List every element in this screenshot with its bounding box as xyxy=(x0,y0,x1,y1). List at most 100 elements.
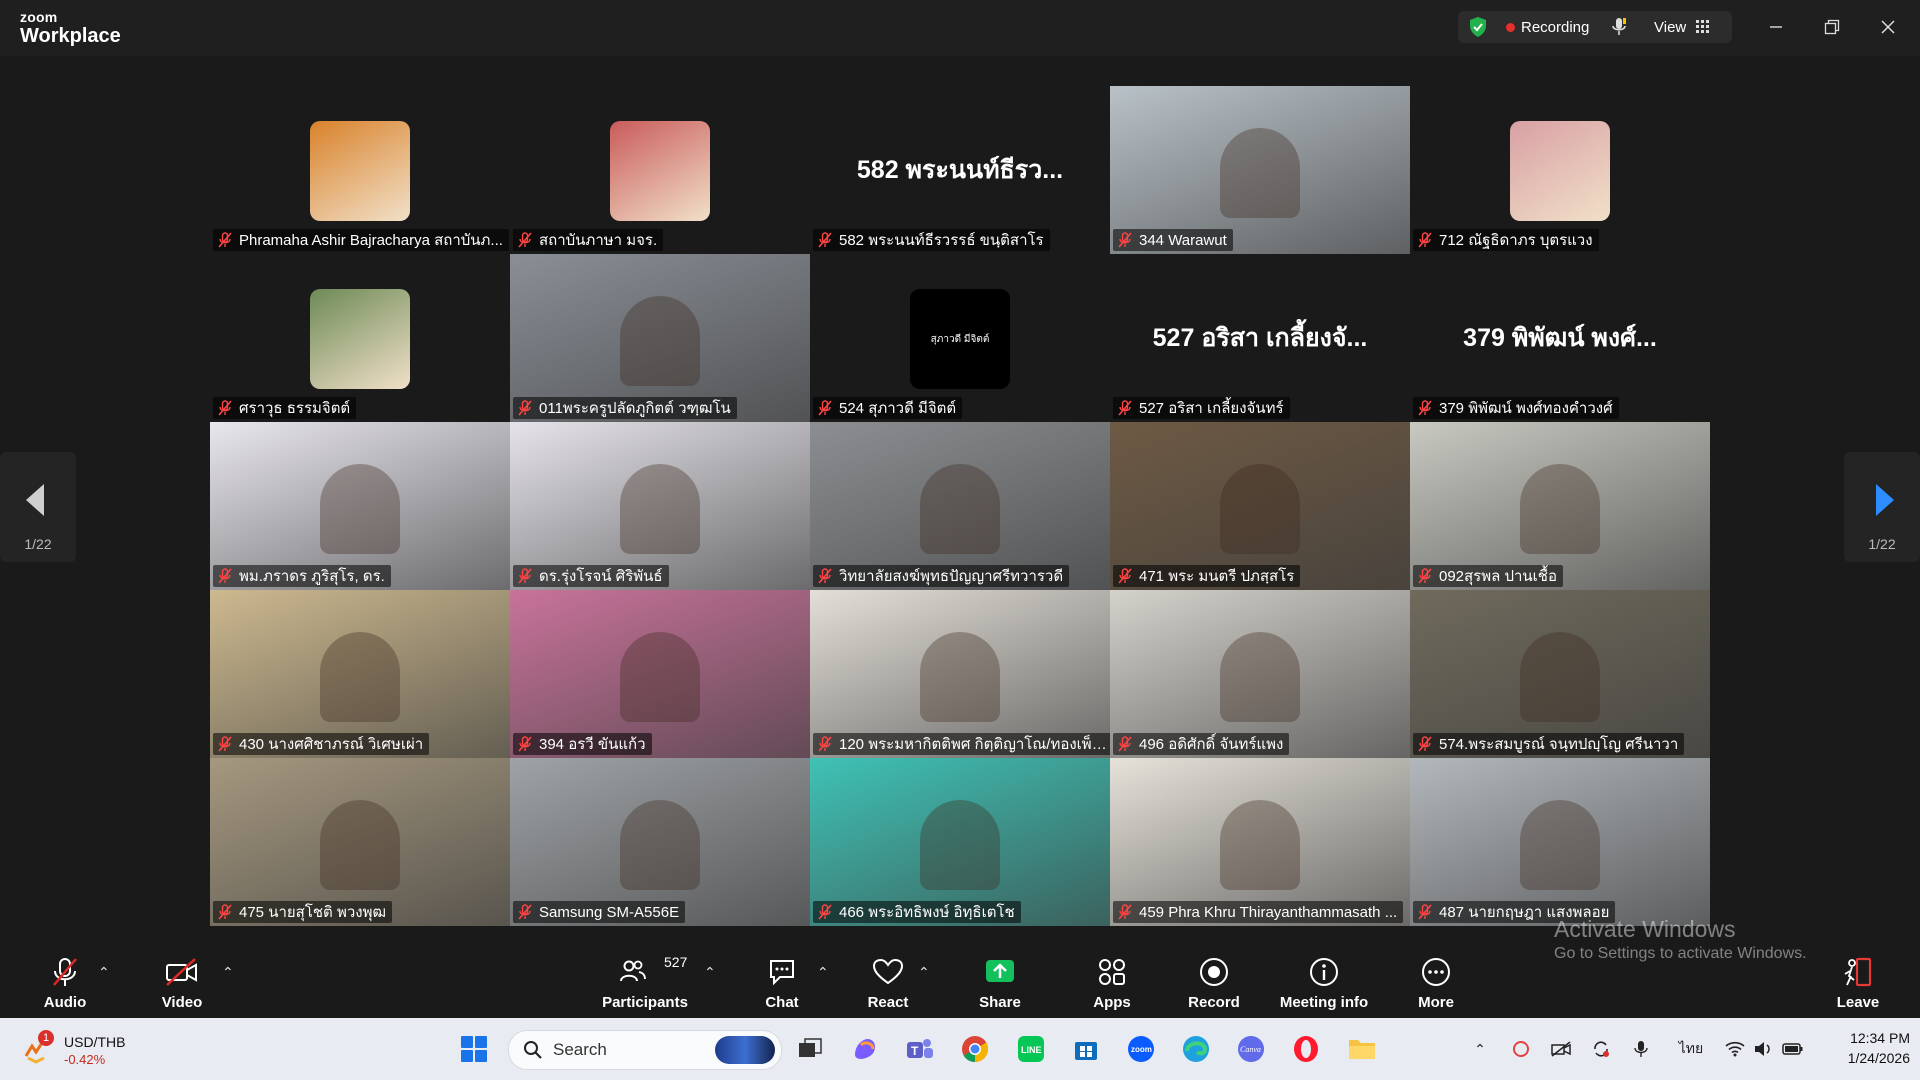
clock[interactable]: 12:34 PM 1/24/2026 xyxy=(1810,1028,1910,1068)
record-label: Record xyxy=(1188,994,1240,1011)
next-page-button[interactable]: 1/22 xyxy=(1844,452,1920,562)
participant-tile[interactable]: Phramaha Ashir Bajracharya สถาบันภ... xyxy=(210,86,510,254)
audio-options-chevron-up-icon[interactable]: ⌃ xyxy=(98,964,110,981)
participant-name-bar: 430 นางศศิชาภรณ์ วิเศษเผ่า xyxy=(213,733,430,755)
activate-windows-watermark: Activate Windows Go to Settings to activ… xyxy=(1554,916,1807,963)
participant-name-bar: 394 อรวี ขันแก้ว xyxy=(513,733,652,755)
task-view-button[interactable] xyxy=(792,1031,828,1067)
participant-tile[interactable]: 466 พระอิทธิพงษ์ อิทฺธิเตโช xyxy=(810,758,1110,926)
apps-button[interactable]: Apps xyxy=(1082,946,1142,1018)
copilot-button[interactable] xyxy=(847,1031,883,1067)
participant-tile[interactable]: 712 ณัฐธิดาภร บุตรแวง xyxy=(1410,86,1710,254)
chrome-button[interactable] xyxy=(957,1031,993,1067)
wifi-icon[interactable] xyxy=(1724,1038,1746,1060)
leave-icon xyxy=(1844,957,1872,987)
minimize-button[interactable] xyxy=(1762,14,1790,40)
volume-icon[interactable] xyxy=(1752,1038,1774,1060)
folder-icon xyxy=(1349,1040,1375,1059)
video-button[interactable]: Video xyxy=(150,946,214,1018)
participant-tile[interactable]: สถาบันภาษา มจร. xyxy=(510,86,810,254)
antivirus-icon[interactable] xyxy=(1510,1038,1532,1060)
participant-tile[interactable]: 527 อริสา เกลี้ยงจั... 527 อริสา เกลี้ยงจ… xyxy=(1110,254,1410,422)
svg-text:T: T xyxy=(911,1044,919,1058)
participant-tile[interactable]: ศราวุธ ธรรมจิตต์ xyxy=(210,254,510,422)
participant-tile[interactable]: 471 พระ มนตรี ปภสฺสโร xyxy=(1110,422,1410,590)
teams-button[interactable]: T xyxy=(902,1031,938,1067)
start-button[interactable] xyxy=(456,1031,492,1067)
chat-button[interactable]: Chat xyxy=(752,946,812,1018)
record-button[interactable]: Record xyxy=(1181,946,1247,1018)
close-button[interactable] xyxy=(1874,14,1902,40)
participants-options-chevron-up-icon[interactable]: ⌃ xyxy=(704,964,716,981)
camera-off-tray-icon[interactable] xyxy=(1550,1038,1572,1060)
participant-tile[interactable]: 459 Phra Khru Thirayanthammasath ... xyxy=(1110,758,1410,926)
title-bar: zoom Workplace Recording View xyxy=(0,0,1920,56)
edge-button[interactable] xyxy=(1178,1031,1214,1067)
recording-label: Recording xyxy=(1521,18,1590,36)
grid-icon xyxy=(1696,20,1710,33)
participant-tile[interactable]: 394 อรวี ขันแก้ว xyxy=(510,590,810,758)
participant-name: ดร.รุ่งโรจน์ ศิริพันธ์ xyxy=(539,568,663,585)
recording-indicator[interactable]: Recording xyxy=(1506,11,1589,43)
participants-button[interactable]: 527 Participants xyxy=(600,946,690,1018)
participant-tile[interactable]: 011พระครูปลัดภูกิตต์ วฑฺฒโน xyxy=(510,254,810,422)
participant-tile[interactable]: วิทยาลัยสงฆ์พุทธปัญญาศรีทวารวดี xyxy=(810,422,1110,590)
app-logo: zoom Workplace xyxy=(20,10,121,46)
participant-tile[interactable]: 430 นางศศิชาภรณ์ วิเศษเผ่า xyxy=(210,590,510,758)
restore-button[interactable] xyxy=(1818,14,1846,40)
react-button[interactable]: React xyxy=(858,946,918,1018)
participant-name: 527 อริสา เกลี้ยงจันทร์ xyxy=(1139,400,1284,417)
file-explorer-button[interactable] xyxy=(1344,1031,1380,1067)
participant-figure xyxy=(1520,800,1600,890)
microphone-status-icon[interactable] xyxy=(1611,11,1627,43)
participant-tile[interactable]: 574.พระสมบูรณ์ จนฺทปญฺโญ ศรีนาวา xyxy=(1410,590,1710,758)
previous-page-button[interactable]: 1/22 xyxy=(0,452,76,562)
participant-tile[interactable]: พม.ภราดร ภูริสุโร, ดร. xyxy=(210,422,510,590)
mic-muted-icon xyxy=(817,736,833,752)
participant-tile[interactable]: 092สุรพล ปานเชื้อ xyxy=(1410,422,1710,590)
participant-tile[interactable]: 344 Warawut xyxy=(1110,86,1410,254)
audio-button[interactable]: Audio xyxy=(35,946,95,1018)
participant-tile[interactable]: 120 พระมหากิตติพศ กิตฺติญาโณ/ทองเพ็ชร xyxy=(810,590,1110,758)
participant-tile[interactable]: ดร.รุ่งโรจน์ ศิริพันธ์ xyxy=(510,422,810,590)
participant-tile[interactable]: 496 อดิศักดิ์ จันทร์แพง xyxy=(1110,590,1410,758)
tray-overflow-chevron-up-icon[interactable]: ⌃ xyxy=(1469,1038,1491,1060)
share-button[interactable]: Share xyxy=(970,946,1030,1018)
participant-tile[interactable]: 487 นายกฤษฎา แสงพลอย xyxy=(1410,758,1710,926)
participant-tile[interactable]: สุภาวดี มีจิตต์ 524 สุภาวดี มีจิตต์ xyxy=(810,254,1110,422)
participant-figure xyxy=(1220,632,1300,722)
svg-text:Canva: Canva xyxy=(1240,1045,1261,1054)
chat-options-chevron-up-icon[interactable]: ⌃ xyxy=(817,964,829,981)
participant-tile[interactable]: 379 พิพัฒน์ พงศ์... 379 พิพัฒน์ พงศ์ทองคำ… xyxy=(1410,254,1710,422)
video-options-chevron-up-icon[interactable]: ⌃ xyxy=(222,964,234,981)
participant-name-bar: Phramaha Ashir Bajracharya สถาบันภ... xyxy=(213,229,509,251)
opera-icon xyxy=(1294,1036,1318,1062)
battery-icon[interactable] xyxy=(1782,1038,1804,1060)
zoom-taskbar-button[interactable]: zoom xyxy=(1123,1031,1159,1067)
participant-tile[interactable]: Samsung SM-A556E xyxy=(510,758,810,926)
react-options-chevron-up-icon[interactable]: ⌃ xyxy=(918,964,930,981)
participants-label: Participants xyxy=(602,994,688,1011)
more-icon xyxy=(1422,958,1450,986)
opera-button[interactable] xyxy=(1288,1031,1324,1067)
line-button[interactable]: LINE xyxy=(1013,1031,1049,1067)
svg-text:zoom: zoom xyxy=(1131,1045,1152,1054)
mic-tray-icon[interactable] xyxy=(1630,1038,1652,1060)
more-button[interactable]: More xyxy=(1406,946,1466,1018)
taskbar-search[interactable]: Search xyxy=(508,1030,782,1070)
view-button[interactable]: View xyxy=(1654,11,1710,43)
store-button[interactable] xyxy=(1068,1031,1104,1067)
participant-tile[interactable]: 582 พระนนท์ธีรว... 582 พระนนท์ธีรวรรธ์ ขน… xyxy=(810,86,1110,254)
leave-button[interactable]: Leave xyxy=(1830,946,1886,1018)
input-language-indicator[interactable]: ไทย xyxy=(1676,1038,1706,1060)
camera-off-icon xyxy=(166,958,197,986)
canva-button[interactable]: Canva xyxy=(1233,1031,1269,1067)
meeting-info-button[interactable]: Meeting info xyxy=(1274,946,1374,1018)
participant-name-bar: 475 นายสุโชติ พวงพุฒ xyxy=(213,901,393,923)
sync-icon[interactable] xyxy=(1590,1038,1612,1060)
stock-widget[interactable]: 1 USD/THB -0.42% xyxy=(22,1030,142,1070)
participant-tile[interactable]: 475 นายสุโชติ พวงพุฒ xyxy=(210,758,510,926)
participant-avatar xyxy=(610,121,710,221)
shield-icon[interactable] xyxy=(1468,11,1488,43)
minimize-icon xyxy=(1770,26,1782,28)
